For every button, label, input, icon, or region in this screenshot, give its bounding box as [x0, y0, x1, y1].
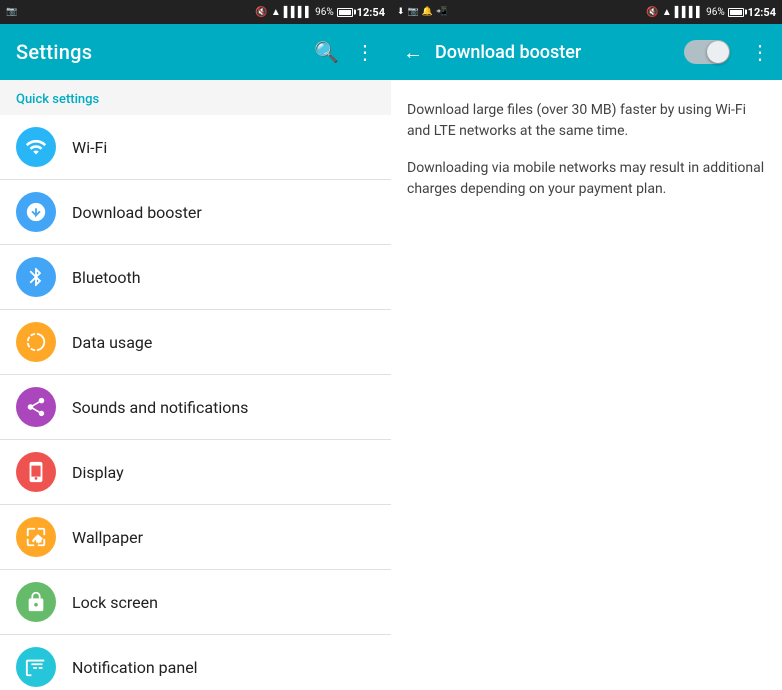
left-notifications: 📷 — [6, 7, 251, 17]
toolbar-left: Settings 🔍 ⋮ — [0, 24, 391, 80]
download-booster-label: Download booster — [72, 203, 202, 222]
download-booster-toggle[interactable] — [684, 40, 730, 64]
lock-screen-label: Lock screen — [72, 593, 158, 612]
lock-screen-icon-circle — [16, 582, 56, 622]
right-notification-icon-3: 🔔 — [422, 7, 433, 17]
wifi-label: Wi-Fi — [72, 138, 107, 157]
back-button[interactable]: ← — [403, 40, 423, 65]
bluetooth-label: Bluetooth — [72, 268, 141, 287]
status-icons-right: 🔇 ▲ ▌▌▌▌ 96% 12:54 — [646, 6, 776, 19]
battery-pct-right: 96% — [706, 7, 725, 18]
wallpaper-icon-circle — [16, 517, 56, 557]
time-left: 12:54 — [357, 6, 385, 19]
toggle-knob — [707, 41, 729, 63]
signal-icon: ▌▌▌▌ — [284, 7, 312, 18]
right-notification-icon-2: 📷 — [408, 7, 419, 17]
right-notification-icon-4: 📲 — [436, 7, 447, 17]
toolbar-right: ← Download booster ⋮ — [391, 24, 782, 80]
page-title-right: Download booster — [435, 42, 672, 63]
settings-item-wallpaper[interactable]: Wallpaper — [0, 505, 391, 570]
download-booster-icon — [25, 201, 47, 223]
right-panel: ⬇ 📷 🔔 📲 🔇 ▲ ▌▌▌▌ 96% 12:54 ← Download bo… — [391, 0, 782, 690]
mute-icon: 🔇 — [255, 7, 267, 18]
description-text-1: Download large files (over 30 MB) faster… — [407, 100, 766, 142]
wifi-icon — [25, 136, 47, 158]
wifi-status-icon: ▲ — [271, 7, 281, 18]
notification-icon-1: 📷 — [6, 7, 17, 17]
overflow-menu-icon[interactable]: ⋮ — [355, 40, 375, 64]
mute-icon-right: 🔇 — [646, 7, 658, 18]
right-content: Download large files (over 30 MB) faster… — [391, 80, 782, 690]
notification-panel-label: Notification panel — [72, 658, 198, 677]
battery-icon-left — [337, 8, 353, 17]
data-usage-icon-circle — [16, 322, 56, 362]
right-notification-icon: ⬇ — [397, 7, 405, 17]
wifi-status-icon-right: ▲ — [662, 7, 672, 18]
bluetooth-icon — [25, 266, 47, 288]
wifi-icon-circle — [16, 127, 56, 167]
status-icons-left: 🔇 ▲ ▌▌▌▌ 96% 12:54 — [255, 6, 385, 19]
settings-item-notification-panel[interactable]: Notification panel — [0, 635, 391, 690]
status-bar-right: ⬇ 📷 🔔 📲 🔇 ▲ ▌▌▌▌ 96% 12:54 — [391, 0, 782, 24]
sounds-icon — [25, 396, 47, 418]
settings-item-data-usage[interactable]: Data usage — [0, 310, 391, 375]
bluetooth-icon-circle — [16, 257, 56, 297]
signal-icon-right: ▌▌▌▌ — [675, 7, 703, 18]
right-left-notifications: ⬇ 📷 🔔 📲 — [397, 7, 642, 17]
download-booster-icon-circle — [16, 192, 56, 232]
status-bar-left: 📷 🔇 ▲ ▌▌▌▌ 96% 12:54 — [0, 0, 391, 24]
page-title-left: Settings — [16, 40, 92, 64]
display-label: Display — [72, 463, 124, 482]
data-usage-label: Data usage — [72, 333, 152, 352]
description-text-2: Downloading via mobile networks may resu… — [407, 158, 766, 200]
left-panel: 📷 🔇 ▲ ▌▌▌▌ 96% 12:54 Settings 🔍 ⋮ Quick … — [0, 0, 391, 690]
toolbar-icons-left: 🔍 ⋮ — [314, 40, 375, 64]
quick-settings-label: Quick settings — [0, 80, 391, 115]
display-icon-circle — [16, 452, 56, 492]
settings-item-bluetooth[interactable]: Bluetooth — [0, 245, 391, 310]
lock-screen-icon — [25, 591, 47, 613]
battery-icon-right — [728, 8, 744, 17]
settings-item-display[interactable]: Display — [0, 440, 391, 505]
notification-panel-icon-circle — [16, 647, 56, 687]
search-icon[interactable]: 🔍 — [314, 40, 339, 64]
sounds-label: Sounds and notifications — [72, 398, 248, 417]
data-usage-icon — [25, 331, 47, 353]
settings-item-wifi[interactable]: Wi-Fi — [0, 115, 391, 180]
overflow-menu-icon-right[interactable]: ⋮ — [750, 40, 770, 64]
settings-item-download-booster[interactable]: Download booster — [0, 180, 391, 245]
sounds-icon-circle — [16, 387, 56, 427]
display-icon — [25, 461, 47, 483]
wallpaper-icon — [25, 526, 47, 548]
notification-panel-icon — [25, 656, 47, 678]
wallpaper-label: Wallpaper — [72, 528, 143, 547]
battery-pct-left: 96% — [315, 7, 334, 18]
settings-item-lock-screen[interactable]: Lock screen — [0, 570, 391, 635]
time-right: 12:54 — [748, 6, 776, 19]
settings-list: Quick settings Wi-Fi Download booster Bl… — [0, 80, 391, 690]
settings-item-sounds[interactable]: Sounds and notifications — [0, 375, 391, 440]
